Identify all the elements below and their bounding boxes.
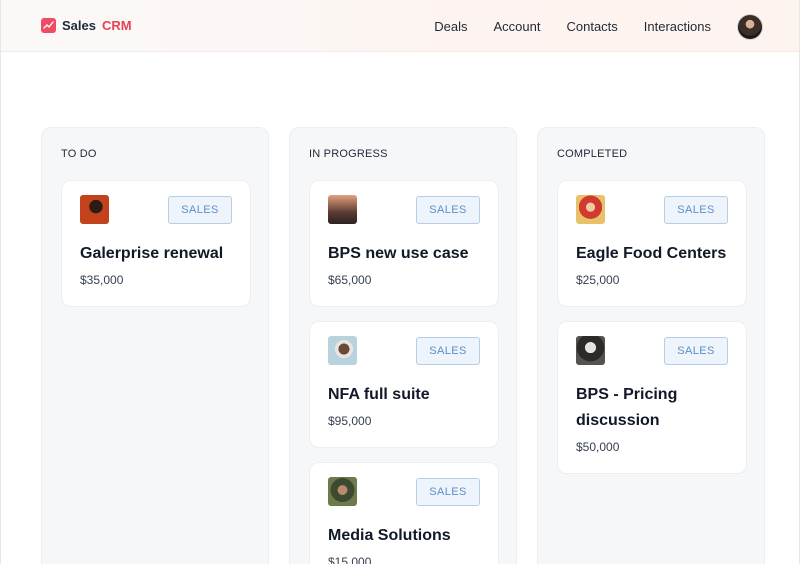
main-nav: Deals Account Contacts Interactions <box>434 0 711 52</box>
column-title: IN PROGRESS <box>309 148 388 160</box>
deal-thumbnail <box>576 195 605 224</box>
deal-amount: $15,000 <box>328 555 372 564</box>
brand-logo-link[interactable]: Sales CRM <box>41 18 132 33</box>
deal-title: BPS new use case <box>328 245 469 262</box>
deal-title: Media Solutions <box>328 527 451 544</box>
deal-card[interactable]: SALES NFA full suite $95,000 <box>309 321 499 448</box>
user-avatar[interactable] <box>737 14 763 40</box>
deal-card[interactable]: SALES Eagle Food Centers $25,000 <box>557 180 747 307</box>
tag-badge: SALES <box>416 478 480 506</box>
nav-deals[interactable]: Deals <box>434 19 467 34</box>
column-title: COMPLETED <box>557 148 628 160</box>
deal-card[interactable]: SALES Galerprise renewal $35,000 <box>61 180 251 307</box>
deal-thumbnail <box>328 477 357 506</box>
deal-thumbnail <box>80 195 109 224</box>
deal-amount: $35,000 <box>80 273 124 287</box>
deal-card[interactable]: SALES Media Solutions $15,000 <box>309 462 499 564</box>
deal-card[interactable]: SALES BPS new use case $65,000 <box>309 180 499 307</box>
deal-title: Galerprise renewal <box>80 245 224 262</box>
deal-card[interactable]: SALES BPS - Pricing discussion $50,000 <box>557 321 747 474</box>
column-todo: TO DO SALES Galerprise renewal $35,000 <box>41 127 269 564</box>
column-completed: COMPLETED SALES Eagle Food Centers $25,0… <box>537 127 765 564</box>
deal-thumbnail <box>576 336 605 365</box>
tag-badge: SALES <box>416 337 480 365</box>
deal-thumbnail <box>328 336 357 365</box>
brand-name: Sales <box>62 18 96 33</box>
top-navigation-bar: Sales CRM Deals Account Contacts Interac… <box>1 0 799 52</box>
brand-name-accent: CRM <box>101 18 132 33</box>
deal-title: Eagle Food Centers <box>576 245 727 262</box>
crm-page: Sales CRM Deals Account Contacts Interac… <box>0 0 800 564</box>
trending-chart-icon <box>41 18 56 33</box>
nav-account[interactable]: Account <box>494 19 541 34</box>
deal-thumbnail <box>328 195 357 224</box>
deal-title: NFA full suite <box>328 386 430 403</box>
tag-badge: SALES <box>664 337 728 365</box>
deal-amount: $50,000 <box>576 440 620 454</box>
tag-badge: SALES <box>664 196 728 224</box>
deal-amount: $95,000 <box>328 414 372 428</box>
tag-badge: SALES <box>416 196 480 224</box>
tag-badge: SALES <box>168 196 232 224</box>
nav-interactions[interactable]: Interactions <box>644 19 711 34</box>
deal-amount: $25,000 <box>576 273 620 287</box>
nav-contacts[interactable]: Contacts <box>566 19 617 34</box>
column-title: TO DO <box>61 148 97 160</box>
column-in-progress: IN PROGRESS SALES BPS new use case $65,0… <box>289 127 517 564</box>
deal-amount: $65,000 <box>328 273 372 287</box>
deal-title: BPS - Pricing discussion <box>576 386 678 429</box>
kanban-board: TO DO SALES Galerprise renewal $35,000 I… <box>41 127 765 564</box>
